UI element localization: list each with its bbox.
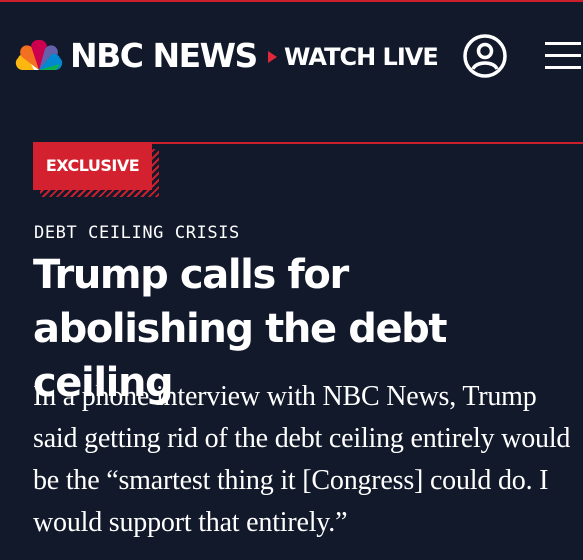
nbc-news-logo[interactable]: NBC NEWS bbox=[14, 36, 258, 75]
brand-wordmark: NBC NEWS bbox=[70, 36, 258, 75]
article-dek: In a phone interview with NBC News, Trum… bbox=[33, 381, 571, 538]
page: NBC NEWS WATCH LIVE EXCLUSIVE DEBT CEILI… bbox=[0, 0, 583, 560]
user-circle-icon bbox=[463, 34, 507, 78]
menu-button[interactable] bbox=[545, 42, 581, 72]
account-button[interactable] bbox=[462, 33, 508, 79]
badge-row: EXCLUSIVE bbox=[0, 142, 583, 202]
exclusive-badge: EXCLUSIVE bbox=[33, 142, 152, 190]
section-divider bbox=[150, 142, 583, 144]
live-play-icon bbox=[268, 51, 277, 63]
watch-live-button[interactable]: WATCH LIVE bbox=[268, 42, 439, 72]
article-category-link[interactable]: DEBT CEILING CRISIS bbox=[34, 222, 240, 244]
hamburger-menu-icon bbox=[545, 42, 581, 69]
site-header: NBC NEWS WATCH LIVE bbox=[0, 2, 583, 106]
watch-live-label: WATCH LIVE bbox=[284, 43, 439, 71]
peacock-icon bbox=[15, 40, 63, 70]
